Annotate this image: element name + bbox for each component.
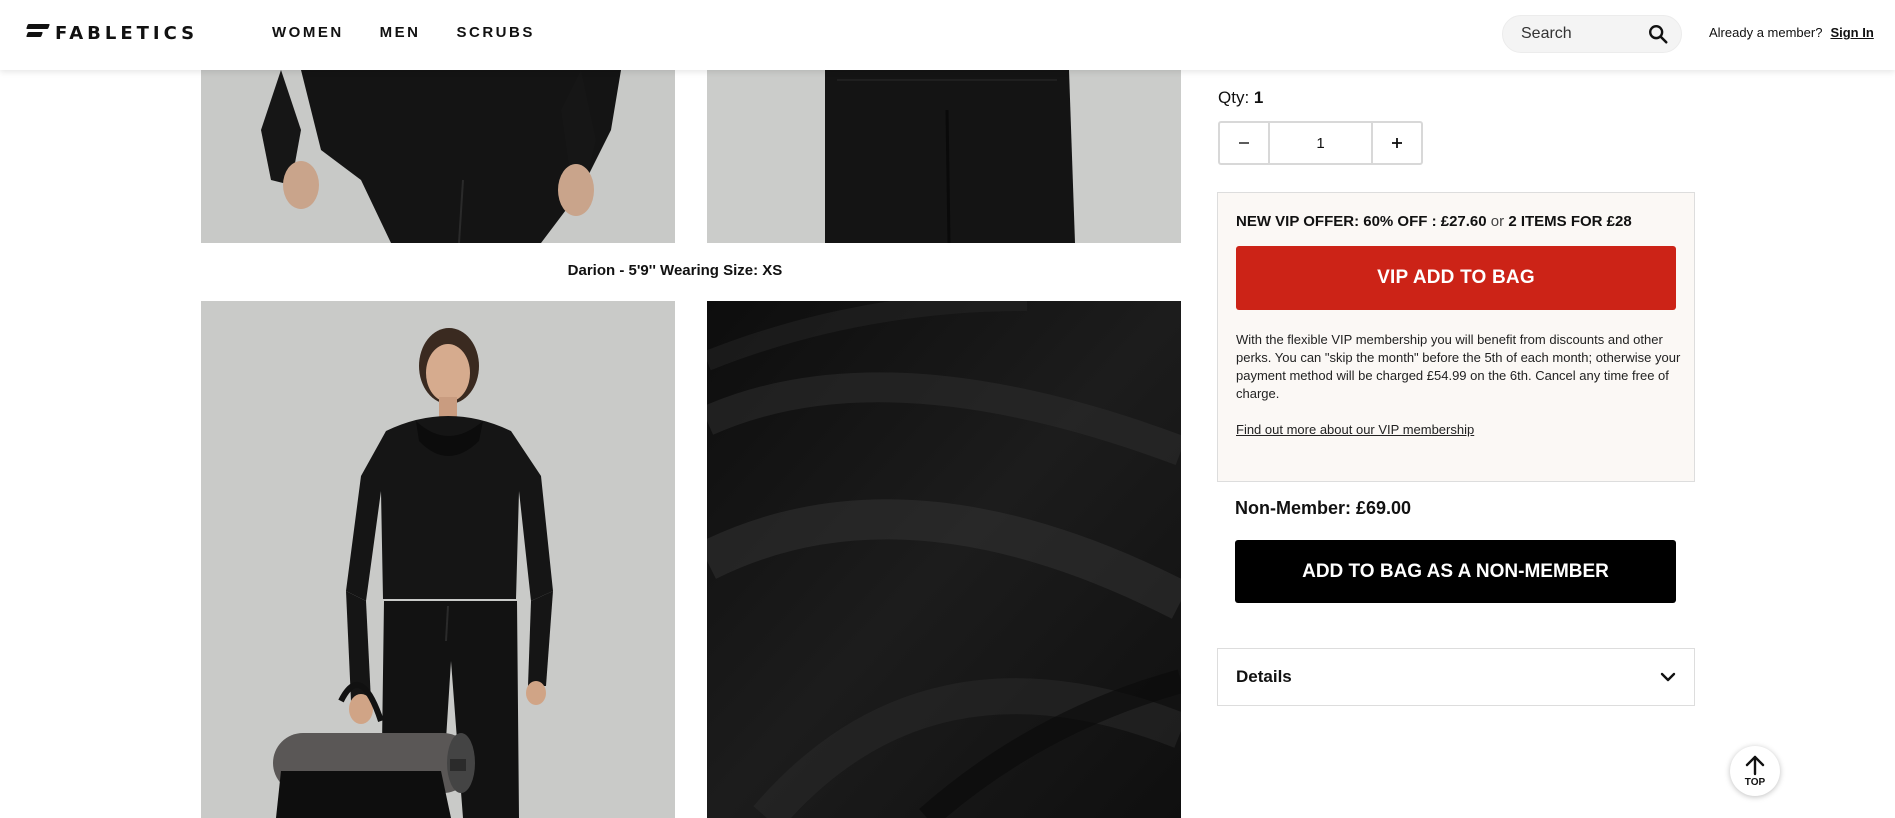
quantity-stepper: 1 bbox=[1218, 121, 1423, 165]
quantity-input[interactable]: 1 bbox=[1268, 123, 1373, 163]
model-caption: Darion - 5'9'' Wearing Size: XS bbox=[567, 262, 783, 279]
decrease-quantity-button[interactable] bbox=[1220, 123, 1268, 163]
non-member-price: Non-Member: £69.00 bbox=[1235, 498, 1411, 519]
nav-women[interactable]: WOMEN bbox=[272, 24, 344, 41]
logo-mark-icon bbox=[27, 24, 49, 44]
back-to-top-button[interactable]: TOP bbox=[1730, 746, 1780, 796]
nav-scrubs[interactable]: SCRUBS bbox=[457, 24, 535, 41]
search-box bbox=[1502, 15, 1682, 53]
chevron-down-icon bbox=[1660, 672, 1676, 682]
plus-icon bbox=[1392, 138, 1402, 148]
vip-offer-main: NEW VIP OFFER: 60% OFF : £27.60 bbox=[1236, 213, 1487, 230]
product-image-fabric[interactable] bbox=[707, 301, 1181, 818]
main-nav: WOMEN MEN SCRUBS bbox=[272, 24, 535, 41]
product-image-back-crop[interactable] bbox=[707, 70, 1181, 243]
non-member-label: Non-Member: bbox=[1235, 498, 1351, 518]
nav-men[interactable]: MEN bbox=[380, 24, 421, 41]
quantity-label-text: Qty: bbox=[1218, 88, 1250, 107]
quantity-value: 1 bbox=[1253, 88, 1264, 107]
vip-offer-text: NEW VIP OFFER: 60% OFF : £27.60 or 2 ITE… bbox=[1236, 213, 1632, 230]
vip-offer-panel: NEW VIP OFFER: 60% OFF : £27.60 or 2 ITE… bbox=[1217, 192, 1695, 482]
increase-quantity-button[interactable] bbox=[1373, 123, 1421, 163]
search-icon[interactable] bbox=[1647, 23, 1669, 45]
member-prompt: Already a member? bbox=[1709, 25, 1823, 40]
non-member-price-value: £69.00 bbox=[1356, 498, 1412, 518]
add-to-bag-non-member-button[interactable]: ADD TO BAG AS A NON-MEMBER bbox=[1235, 540, 1676, 603]
product-image-front-crop[interactable] bbox=[201, 70, 675, 243]
vip-membership-link[interactable]: Find out more about our VIP membership bbox=[1236, 422, 1474, 437]
fabletics-logo[interactable]: FABLETICS bbox=[27, 23, 198, 44]
product-image-model[interactable] bbox=[201, 301, 675, 818]
member-area: Already a member? Sign In bbox=[1709, 25, 1874, 40]
sign-in-link[interactable]: Sign In bbox=[1830, 25, 1873, 40]
arrow-up-icon bbox=[1745, 755, 1765, 776]
details-accordion[interactable]: Details bbox=[1217, 648, 1695, 706]
search-input[interactable] bbox=[1521, 25, 1641, 43]
logo-text: FABLETICS bbox=[55, 23, 199, 44]
minus-icon bbox=[1239, 142, 1249, 144]
vip-description: With the flexible VIP membership you wil… bbox=[1236, 332, 1681, 401]
vip-offer-or: or bbox=[1490, 213, 1505, 230]
vip-offer-alt: 2 ITEMS FOR £28 bbox=[1508, 213, 1632, 230]
quantity-label: Qty: 1 bbox=[1218, 88, 1263, 108]
details-label: Details bbox=[1236, 667, 1292, 686]
site-header: FABLETICS WOMEN MEN SCRUBS Already a mem… bbox=[0, 0, 1895, 70]
back-to-top-label: TOP bbox=[1744, 777, 1766, 788]
vip-add-to-bag-button[interactable]: VIP ADD TO BAG bbox=[1236, 246, 1676, 310]
